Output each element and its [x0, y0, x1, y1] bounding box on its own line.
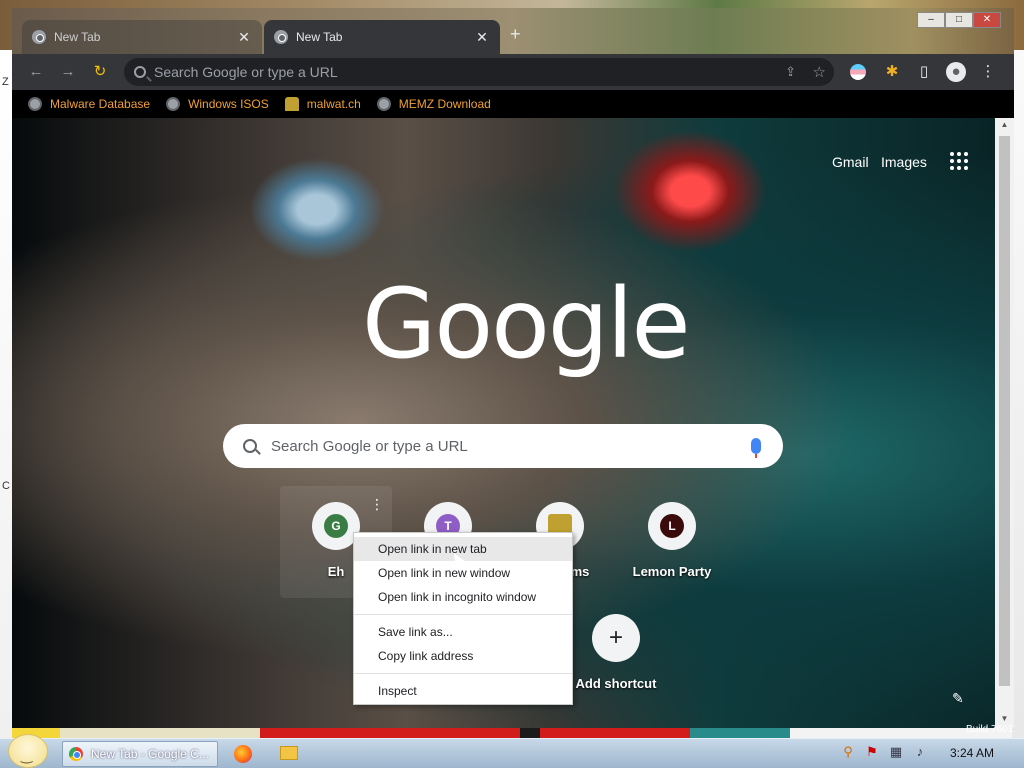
page-scrollbar[interactable]: ▲ ▼ — [995, 118, 1014, 728]
account-avatar-icon[interactable]: ● — [946, 62, 966, 82]
menu-kebab-icon[interactable]: ⋮ — [978, 62, 998, 82]
menu-divider — [354, 673, 572, 674]
globe-icon — [166, 97, 181, 111]
scrollbar-thumb[interactable] — [999, 136, 1010, 686]
shortcut-icon-circle: L — [648, 502, 696, 550]
address-bar[interactable]: Search Google or type a URL ⇪ ☆ — [124, 58, 834, 86]
volume-icon[interactable]: ♪ — [912, 744, 928, 760]
minimize-button[interactable]: – — [917, 12, 945, 28]
add-shortcut-button[interactable]: + Add shortcut — [560, 614, 672, 691]
scroll-down-arrow-icon[interactable]: ▼ — [999, 714, 1010, 723]
menu-divider — [354, 614, 572, 615]
bookmark-label: malwat.ch — [306, 97, 361, 111]
bookmarks-bar: Malware Database Windows ISOS malwat.ch … — [12, 90, 1014, 118]
gmail-link[interactable]: Gmail — [832, 154, 869, 170]
search-icon — [243, 439, 257, 453]
tab-close-icon[interactable]: ✕ — [474, 29, 490, 46]
menu-copy-link-address[interactable]: Copy link address — [354, 644, 572, 668]
ntp-search-box[interactable]: Search Google or type a URL — [223, 424, 783, 468]
taskbar-clock[interactable]: 3:24 AM — [950, 746, 994, 760]
bookmark-windows-isos[interactable]: Windows ISOS — [166, 97, 269, 111]
shortcut-label: Lemon Party — [632, 564, 712, 579]
close-window-button[interactable]: ✕ — [973, 12, 1001, 28]
tab-close-icon[interactable]: ✕ — [236, 29, 252, 46]
search-icon — [134, 66, 146, 78]
tab-title: New Tab — [54, 30, 101, 44]
new-tab-button[interactable]: + — [510, 24, 521, 45]
globe-icon — [376, 97, 391, 111]
action-center-flag-icon[interactable]: ⚑ — [864, 744, 880, 760]
add-shortcut-label: Add shortcut — [575, 676, 657, 691]
desktop-left-edge — [0, 50, 12, 740]
google-logo: Google — [362, 268, 691, 380]
images-link[interactable]: Images — [881, 154, 927, 170]
scroll-up-arrow-icon[interactable]: ▲ — [999, 120, 1010, 129]
google-apps-icon[interactable] — [950, 152, 968, 170]
desktop-icon-label[interactable]: C — [2, 480, 10, 492]
tab-title: New Tab — [296, 30, 343, 44]
windows-build-watermark: Build 7601 — [966, 724, 1014, 735]
bookmark-malware-database[interactable]: Malware Database — [28, 97, 150, 111]
back-arrow-icon[interactable]: ← — [26, 62, 46, 82]
tab-new-tab-active[interactable]: New Tab ✕ — [264, 20, 500, 54]
chrome-favicon-icon — [274, 30, 288, 44]
menu-open-link-incognito[interactable]: Open link in incognito window — [354, 585, 572, 609]
maximize-button[interactable]: □ — [945, 12, 973, 28]
menu-save-link-as[interactable]: Save link as... — [354, 620, 572, 644]
shortcut-letter-icon: L — [660, 514, 684, 538]
search-placeholder: Search Google or type a URL — [271, 437, 468, 455]
globe-icon — [28, 97, 42, 111]
taskbar-window-title: New Tab - Google C... — [91, 747, 209, 761]
address-bar-placeholder: Search Google or type a URL — [154, 64, 338, 80]
folder-icon[interactable] — [280, 746, 298, 760]
microphone-icon[interactable] — [751, 438, 761, 458]
search-tray-icon[interactable]: ⚲ — [840, 744, 856, 760]
taskbar-chrome-button[interactable]: New Tab - Google C... — [62, 741, 218, 767]
menu-inspect[interactable]: Inspect — [354, 679, 572, 703]
bookmark-memz-download[interactable]: MEMZ Download — [376, 97, 491, 111]
extensions-puzzle-icon[interactable]: ✱ — [882, 62, 902, 82]
start-button[interactable] — [8, 734, 48, 768]
bookmark-star-icon[interactable]: ☆ — [813, 63, 826, 81]
forward-arrow-icon[interactable]: → — [58, 62, 78, 82]
shortcut-letter-icon: G — [324, 514, 348, 538]
browser-toolbar: ← → ↻ Search Google or type a URL ⇪ ☆ ✱ … — [12, 54, 1014, 90]
share-icon[interactable]: ⇪ — [785, 64, 796, 80]
side-panel-icon[interactable]: ▯ — [914, 62, 934, 82]
chrome-favicon-icon — [32, 30, 46, 44]
customize-pencil-icon[interactable]: ✎ — [952, 690, 964, 707]
profile-flag-icon[interactable] — [850, 64, 866, 80]
chrome-icon — [69, 747, 83, 761]
bookmark-label: Windows ISOS — [188, 97, 269, 111]
shortcut-tile-lemon-party[interactable]: L Lemon Party — [616, 502, 728, 579]
bookmark-label: Malware Database — [50, 97, 151, 111]
bookmark-malwatch[interactable]: malwat.ch — [284, 97, 361, 111]
system-tray: ⚲ ⚑ ▦ ♪ — [840, 744, 936, 760]
reload-icon[interactable]: ↻ — [90, 62, 110, 82]
tab-new-tab-inactive[interactable]: New Tab ✕ — [22, 20, 262, 54]
tab-strip: New Tab ✕ New Tab ✕ + – □ ✕ — [12, 8, 1014, 54]
plus-icon: + — [592, 614, 640, 662]
bookmark-label: MEMZ Download — [398, 97, 491, 111]
firefox-icon[interactable] — [234, 745, 252, 763]
network-icon[interactable]: ▦ — [888, 744, 904, 760]
user-icon — [284, 97, 299, 111]
desktop-icon-label[interactable]: Z — [2, 76, 9, 88]
